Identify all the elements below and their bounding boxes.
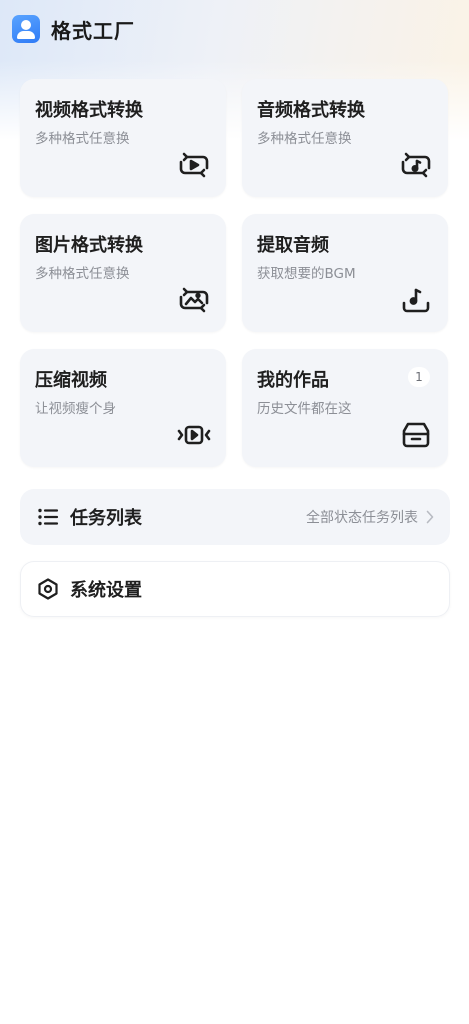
system-settings-label: 系统设置 [70,580,142,601]
list-icon [36,505,60,529]
card-title: 压缩视频 [35,370,107,391]
task-list-status-text: 全部状态任务列表 [306,510,418,526]
works-count-badge: 1 [408,367,430,387]
task-list-status: 全部状态任务列表 [306,507,434,527]
card-title: 视频格式转换 [35,100,143,121]
audio-convert-icon [398,147,434,183]
card-title: 图片格式转换 [35,235,143,256]
app-title: 格式工厂 [51,18,135,43]
task-list-row[interactable]: 任务列表 全部状态任务列表 [20,489,450,545]
card-subtitle: 让视频瘦个身 [35,401,116,417]
app-header: 格式工厂 [0,0,469,58]
system-settings-row[interactable]: 系统设置 [20,561,450,617]
card-image-convert[interactable]: 图片格式转换 多种格式任意换 [20,214,226,332]
compress-video-icon [176,417,212,453]
card-compress-video[interactable]: 压缩视频 让视频瘦个身 [20,349,226,467]
card-subtitle: 多种格式任意换 [35,131,130,147]
task-list-label: 任务列表 [70,508,142,529]
card-audio-convert[interactable]: 音频格式转换 多种格式任意换 [242,79,448,197]
card-subtitle: 多种格式任意换 [35,266,130,282]
my-works-icon [398,417,434,453]
extract-audio-icon [398,282,434,318]
card-my-works[interactable]: 我的作品 历史文件都在这 1 [242,349,448,467]
chevron-right-icon [426,510,434,524]
card-title: 我的作品 [257,370,329,391]
video-convert-icon [176,147,212,183]
user-app-icon [12,15,40,43]
card-title: 提取音频 [257,235,329,256]
card-extract-audio[interactable]: 提取音频 获取想要的BGM [242,214,448,332]
card-subtitle: 历史文件都在这 [257,401,352,417]
settings-hexagon-icon [36,577,60,601]
card-subtitle: 获取想要的BGM [257,266,356,282]
image-convert-icon [176,282,212,318]
card-subtitle: 多种格式任意换 [257,131,352,147]
card-title: 音频格式转换 [257,100,365,121]
feature-grid: 视频格式转换 多种格式任意换 音频格式转换 多种格式任意换 图片格式转换 多种格… [20,79,450,467]
card-video-convert[interactable]: 视频格式转换 多种格式任意换 [20,79,226,197]
